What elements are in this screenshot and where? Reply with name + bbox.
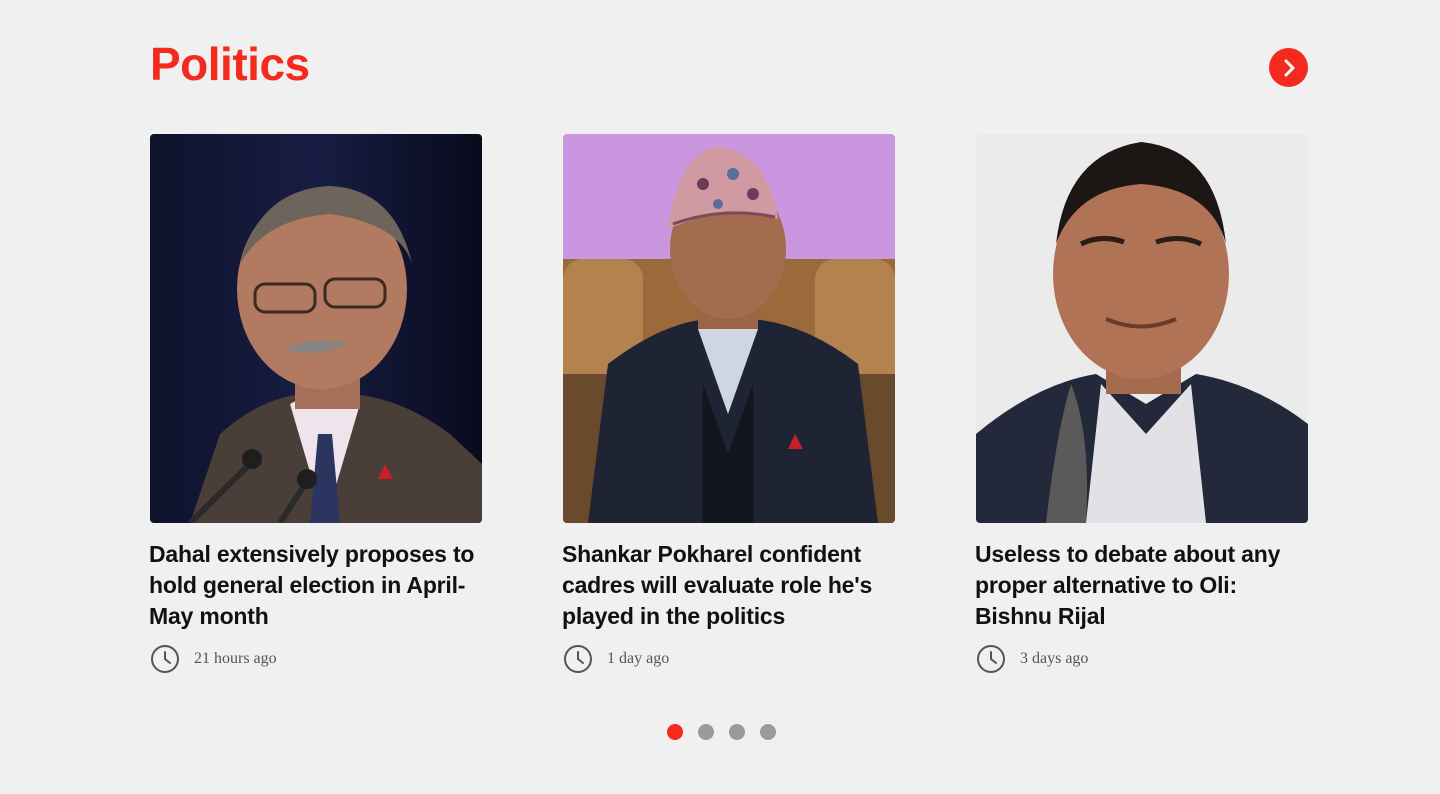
section-header: Politics xyxy=(150,34,1308,94)
clock-icon xyxy=(564,645,592,673)
pagination-dot-3[interactable] xyxy=(729,724,745,740)
article-card[interactable]: Useless to debate about any proper alter… xyxy=(975,134,1308,674)
article-headline[interactable]: Useless to debate about any proper alter… xyxy=(975,539,1308,632)
carousel-pagination xyxy=(667,724,776,740)
article-headline[interactable]: Dahal extensively proposes to hold gener… xyxy=(149,539,482,632)
clock-icon xyxy=(151,645,179,673)
article-carousel: Dahal extensively proposes to hold gener… xyxy=(149,134,1308,694)
next-button[interactable] xyxy=(1269,48,1308,87)
article-card[interactable]: Shankar Pokharel confident cadres will e… xyxy=(562,134,895,674)
article-timestamp: 21 hours ago xyxy=(194,650,277,667)
article-meta: 1 day ago xyxy=(563,644,895,674)
portrait-photo xyxy=(563,134,895,523)
portrait-photo xyxy=(976,134,1308,523)
pagination-dot-4[interactable] xyxy=(760,724,776,740)
clock-icon xyxy=(977,645,1005,673)
pagination-dot-1[interactable] xyxy=(667,724,683,740)
article-image[interactable] xyxy=(976,134,1308,523)
article-timestamp: 3 days ago xyxy=(1020,650,1089,667)
article-meta: 3 days ago xyxy=(976,644,1308,674)
article-timestamp: 1 day ago xyxy=(607,650,670,667)
politics-section: Politics Dahal extensively proposes to h… xyxy=(0,0,1440,794)
pagination-dot-2[interactable] xyxy=(698,724,714,740)
article-meta: 21 hours ago xyxy=(150,644,482,674)
portrait-photo xyxy=(150,134,482,523)
article-card[interactable]: Dahal extensively proposes to hold gener… xyxy=(149,134,482,674)
article-headline[interactable]: Shankar Pokharel confident cadres will e… xyxy=(562,539,895,632)
article-image[interactable] xyxy=(563,134,895,523)
section-title: Politics xyxy=(150,38,310,90)
chevron-right-icon xyxy=(1284,59,1294,76)
article-image[interactable] xyxy=(150,134,482,523)
